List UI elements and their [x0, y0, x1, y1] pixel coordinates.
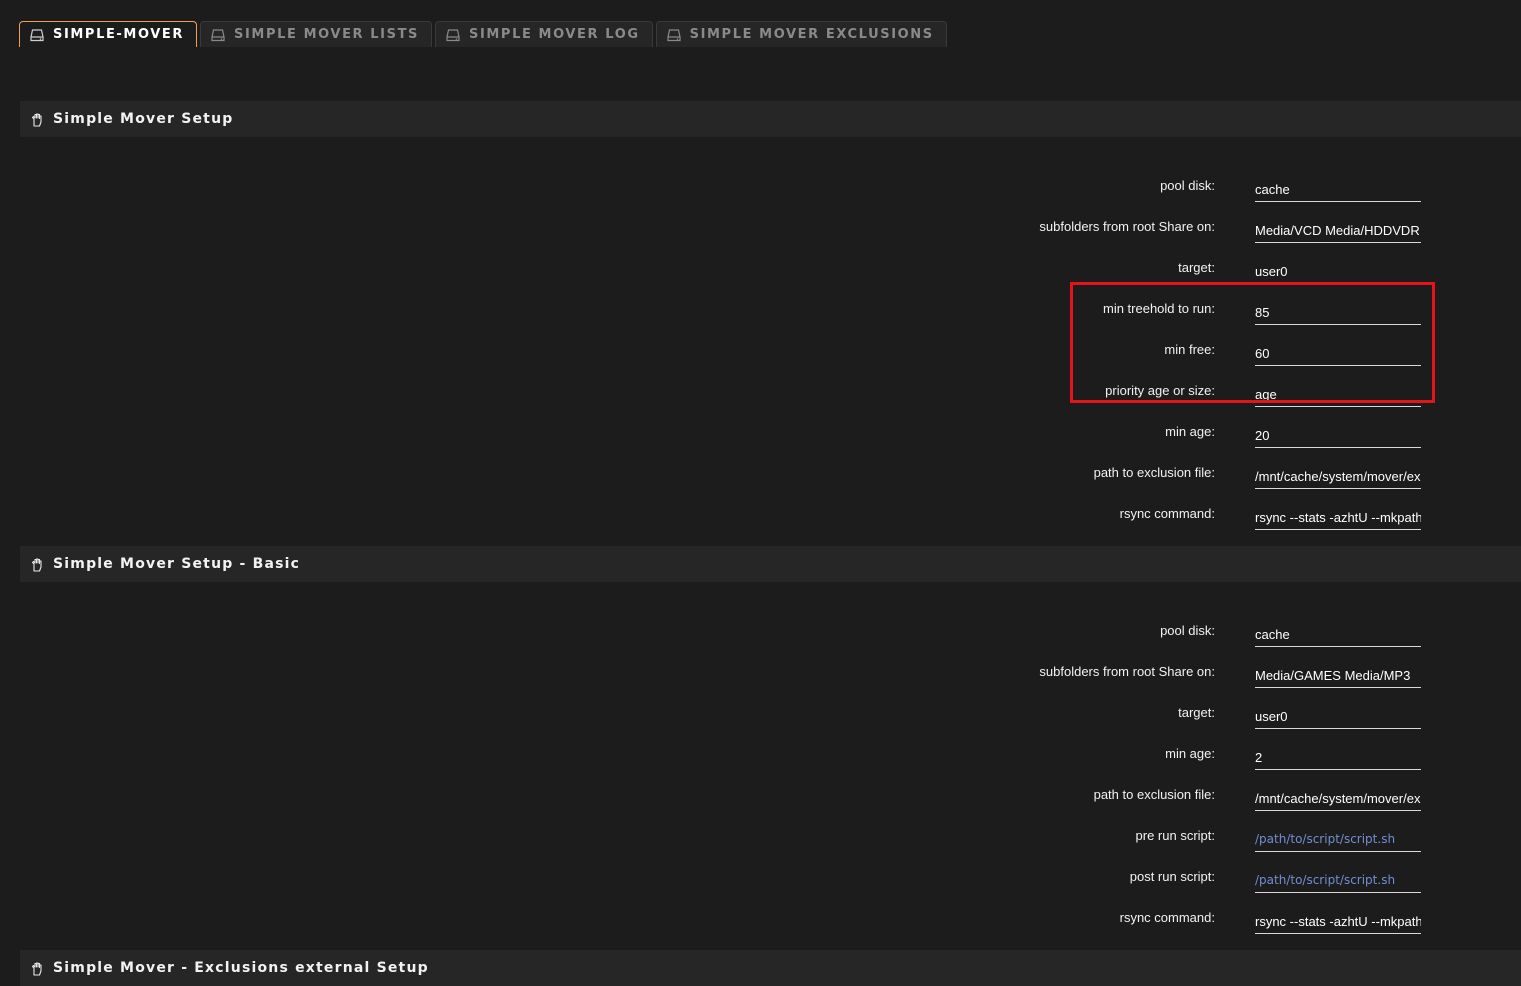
field-row: path to exclusion file: /mnt/cache/syste…: [0, 457, 1521, 498]
field-row: priority age or size: age: [0, 375, 1521, 416]
tab-label: SIMPLE MOVER LOG: [469, 27, 640, 42]
subfolders-input[interactable]: Media/GAMES Media/MP3: [1255, 663, 1421, 688]
field-row: pool disk: cache: [0, 615, 1521, 656]
field-label: min age:: [1165, 424, 1215, 439]
section-header-basic: Simple Mover Setup - Basic: [20, 546, 1521, 582]
section-title: Simple Mover Setup - Basic: [53, 556, 301, 572]
tab-label: SIMPLE MOVER EXCLUSIONS: [689, 27, 934, 42]
field-label: min age:: [1165, 746, 1215, 761]
hand-icon: [30, 112, 44, 127]
tab-simple-mover-log[interactable]: SIMPLE MOVER LOG: [435, 21, 653, 47]
field-label: pre run script:: [1135, 828, 1215, 843]
min-threshold-input[interactable]: 85: [1255, 300, 1421, 325]
field-row: post run script: /path/to/script/script.…: [0, 861, 1521, 902]
field-label: path to exclusion file:: [1093, 787, 1215, 802]
field-row: rsync command: rsync --stats -azhtU --mk…: [0, 902, 1521, 943]
field-row: subfolders from root Share on: Media/GAM…: [0, 656, 1521, 697]
field-label: priority age or size:: [1105, 383, 1215, 398]
hand-icon: [30, 961, 44, 976]
field-label: min treehold to run:: [1102, 301, 1215, 316]
target-input[interactable]: user0: [1255, 259, 1421, 284]
min-age-input[interactable]: 20: [1255, 423, 1421, 448]
field-label: subfolders from root Share on:: [1039, 219, 1215, 234]
post-run-script-input[interactable]: /path/to/script/script.sh: [1255, 868, 1421, 893]
exclusion-file-input[interactable]: /mnt/cache/system/mover/exclusions.txt: [1255, 464, 1421, 489]
drive-icon: [667, 28, 681, 42]
field-label: rsync command:: [1119, 506, 1215, 521]
tab-simple-mover-exclusions[interactable]: SIMPLE MOVER EXCLUSIONS: [655, 21, 947, 47]
field-label: pool disk:: [1160, 178, 1215, 193]
field-label: post run script:: [1129, 869, 1215, 884]
field-row: path to exclusion file: /mnt/cache/syste…: [0, 779, 1521, 820]
hand-icon: [30, 557, 44, 572]
drive-icon: [30, 28, 44, 42]
tab-label: SIMPLE-MOVER: [53, 27, 185, 42]
field-row: subfolders from root Share on: Media/VCD…: [0, 211, 1521, 252]
section-header-exclusions: Simple Mover - Exclusions external Setup: [20, 950, 1521, 986]
rsync-command-input[interactable]: rsync --stats -azhtU --mkpath: [1255, 505, 1421, 530]
priority-input[interactable]: age: [1255, 382, 1421, 407]
tab-label: SIMPLE MOVER LISTS: [234, 27, 419, 42]
drive-icon: [446, 28, 460, 42]
field-row: min free: 60: [0, 334, 1521, 375]
field-label: path to exclusion file:: [1093, 465, 1215, 480]
field-label: subfolders from root Share on:: [1039, 664, 1215, 679]
field-row: target: user0: [0, 697, 1521, 738]
field-row: rsync command: rsync --stats -azhtU --mk…: [0, 498, 1521, 539]
section-header-setup: Simple Mover Setup: [20, 101, 1521, 137]
field-row: min age: 2: [0, 738, 1521, 779]
field-label: target:: [1178, 260, 1215, 275]
pre-run-script-input[interactable]: /path/to/script/script.sh: [1255, 827, 1421, 852]
tab-simple-mover-lists[interactable]: SIMPLE MOVER LISTS: [200, 21, 432, 47]
field-label: target:: [1178, 705, 1215, 720]
target-input[interactable]: user0: [1255, 704, 1421, 729]
drive-icon: [211, 28, 225, 42]
subfolders-input[interactable]: Media/VCD Media/HDDVDR Media/Movies: [1255, 218, 1421, 243]
field-row: pre run script: /path/to/script/script.s…: [0, 820, 1521, 861]
field-row: min treehold to run: 85: [0, 293, 1521, 334]
field-row: min age: 20: [0, 416, 1521, 457]
min-age-input[interactable]: 2: [1255, 745, 1421, 770]
min-free-input[interactable]: 60: [1255, 341, 1421, 366]
field-row: target: user0: [0, 252, 1521, 293]
field-label: min free:: [1164, 342, 1215, 357]
tab-simple-mover[interactable]: SIMPLE-MOVER: [19, 21, 198, 47]
field-label: rsync command:: [1119, 910, 1215, 925]
rsync-command-input[interactable]: rsync --stats -azhtU --mkpath: [1255, 909, 1421, 934]
exclusion-file-input[interactable]: /mnt/cache/system/mover/exclusions.txt: [1255, 786, 1421, 811]
section-title: Simple Mover - Exclusions external Setup: [53, 960, 429, 976]
section-title: Simple Mover Setup: [53, 111, 234, 127]
pool-disk-input[interactable]: cache: [1255, 622, 1421, 647]
field-row: pool disk: cache: [0, 170, 1521, 211]
tab-bar: SIMPLE-MOVER SIMPLE MOVER LISTS SIMPLE M…: [19, 21, 947, 49]
pool-disk-input[interactable]: cache: [1255, 177, 1421, 202]
field-label: pool disk:: [1160, 623, 1215, 638]
